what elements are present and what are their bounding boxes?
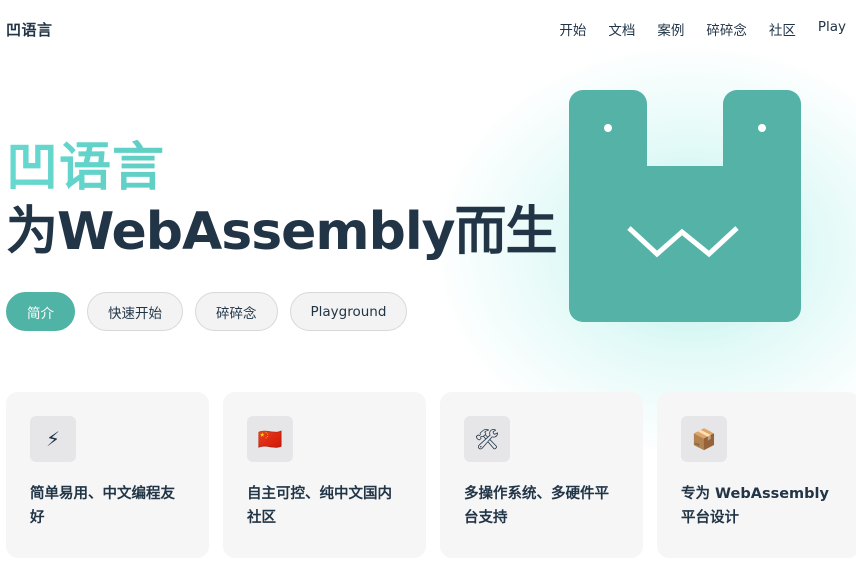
mascot-body <box>569 90 801 322</box>
top-nav: 凹语言 开始 文档 案例 碎碎念 社区 Play <box>0 0 856 58</box>
feature-card: 🛠 多操作系统、多硬件平台支持 <box>440 392 643 558</box>
nav-link-start[interactable]: 开始 <box>548 19 597 39</box>
features: ⚡ 简单易用、中文编程友好 🇨🇳 自主可控、纯中文国内社区 🛠 多操作系统、多硬… <box>6 392 856 558</box>
feature-card: 🇨🇳 自主可控、纯中文国内社区 <box>223 392 426 558</box>
nav-link-play[interactable]: Play <box>807 19 846 39</box>
quick-start-button[interactable]: 快速开始 <box>87 292 183 331</box>
nav-link-blog[interactable]: 碎碎念 <box>695 19 758 39</box>
hero-actions: 简介 快速开始 碎碎念 Playground <box>6 292 408 331</box>
logo[interactable]: 凹语言 <box>6 19 53 40</box>
hero-name: 凹语言 <box>6 136 557 200</box>
mascot-right-eye <box>758 124 766 132</box>
blog-button[interactable]: 碎碎念 <box>195 292 278 331</box>
nav-link-community[interactable]: 社区 <box>758 19 807 39</box>
hero-title: 凹语言 为WebAssembly而生 <box>6 136 558 264</box>
nav-links: 开始 文档 案例 碎碎念 社区 Play <box>548 19 846 39</box>
lightning-icon: ⚡ <box>30 416 76 462</box>
feature-card: 📦 专为 WebAssembly 平台设计 <box>657 392 856 558</box>
feature-card: ⚡ 简单易用、中文编程友好 <box>6 392 209 558</box>
nav-link-docs[interactable]: 文档 <box>597 19 646 39</box>
feature-text: 专为 WebAssembly 平台设计 <box>681 486 829 526</box>
package-icon: 📦 <box>681 416 727 462</box>
hero-tagline: 为WebAssembly而生 <box>6 202 558 262</box>
mascot-logo-icon <box>569 90 801 322</box>
intro-button[interactable]: 简介 <box>6 292 75 331</box>
feature-text: 多操作系统、多硬件平台支持 <box>464 486 609 526</box>
playground-button[interactable]: Playground <box>289 292 408 331</box>
feature-text: 自主可控、纯中文国内社区 <box>247 486 392 526</box>
nav-link-examples[interactable]: 案例 <box>646 19 695 39</box>
mascot-left-eye <box>604 124 612 132</box>
tools-icon: 🛠 <box>464 416 510 462</box>
page: 凹语言 开始 文档 案例 碎碎念 社区 Play 凹语言 为WebAssembl… <box>0 0 856 570</box>
feature-text: 简单易用、中文编程友好 <box>30 486 175 526</box>
china-flag-icon: 🇨🇳 <box>247 416 293 462</box>
